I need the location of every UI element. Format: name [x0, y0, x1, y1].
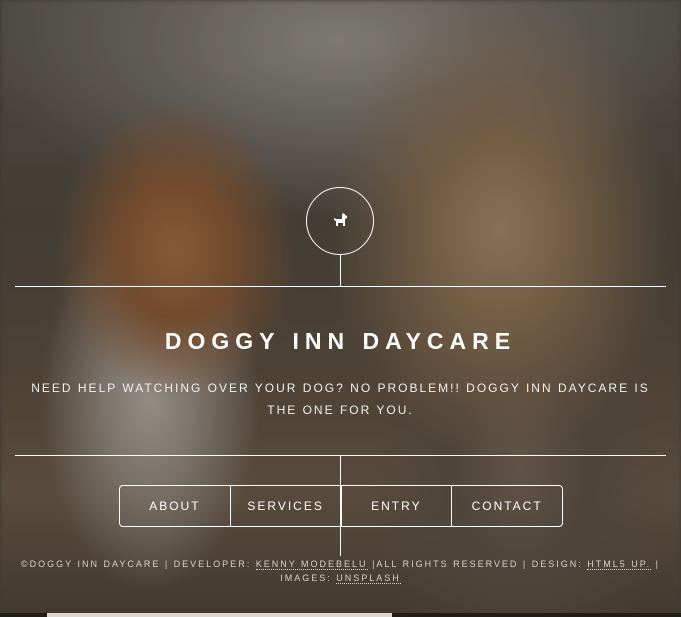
tagline: NEED HELP WATCHING OVER YOUR DOG? NO PRO… — [31, 381, 650, 417]
horizontal-scrollbar[interactable] — [0, 613, 681, 617]
images-link[interactable]: UNSPLASH — [336, 573, 401, 584]
nav-entry[interactable]: ENTRY — [340, 486, 452, 526]
design-link[interactable]: HTML5 UP. — [587, 559, 652, 570]
page-title: DOGGY INN DAYCARE — [164, 328, 517, 354]
nav-about[interactable]: ABOUT — [120, 486, 230, 526]
logo — [306, 187, 374, 255]
header-content: DOGGY INN DAYCARE NEED HELP WATCHING OVE… — [15, 287, 666, 455]
dog-icon — [334, 213, 347, 226]
copyright-text: ©DOGGY INN DAYCARE | DEVELOPER: — [21, 559, 256, 569]
nav-services[interactable]: SERVICES — [229, 486, 341, 526]
nav-contact[interactable]: CONTACT — [451, 486, 562, 526]
footer: ©DOGGY INN DAYCARE | DEVELOPER: KENNY MO… — [20, 557, 661, 585]
scrollbar-thumb[interactable] — [47, 613, 392, 617]
page: DOGGY INN DAYCARE NEED HELP WATCHING OVE… — [0, 0, 681, 617]
connector-line-top — [340, 254, 341, 286]
rights-text: |ALL RIGHTS RESERVED | DESIGN: — [367, 559, 588, 569]
developer-link[interactable]: KENNY MODEBELU — [255, 559, 368, 570]
main-nav: ABOUT SERVICES ENTRY CONTACT — [119, 485, 563, 527]
